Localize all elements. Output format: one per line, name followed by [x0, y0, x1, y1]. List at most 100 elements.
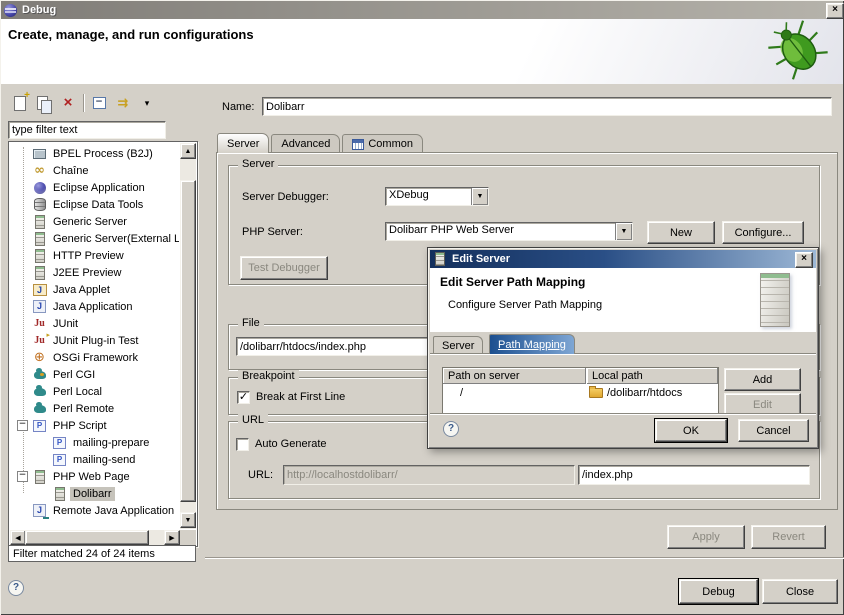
horizontal-scroll-thumb[interactable]	[25, 530, 149, 545]
local-path-text: /dolibarr/htdocs	[607, 385, 682, 401]
tree-item-perl-remote[interactable]: Perl Remote	[10, 400, 179, 417]
tree-item-perl-cgi[interactable]: Perl CGI	[10, 366, 179, 383]
apply-button[interactable]: Apply	[667, 525, 745, 549]
tree-item-j2ee-preview[interactable]: J2EE Preview	[10, 264, 179, 281]
server-debugger-select[interactable]: XDebug ▼	[385, 187, 489, 206]
eclipse-icon	[4, 4, 17, 17]
chevron-down-icon[interactable]: ▼	[471, 188, 488, 205]
url-group-title: URL	[238, 414, 268, 426]
filter-input[interactable]	[8, 121, 166, 139]
server-icon	[52, 487, 67, 501]
filter-configurations-button[interactable]	[114, 94, 132, 112]
scroll-up-icon[interactable]: ▲	[180, 143, 196, 159]
osgi-icon	[32, 351, 47, 365]
page-title: Create, manage, and run configurations	[8, 27, 254, 42]
delete-icon	[64, 96, 73, 110]
tree-item-label: OSGi Framework	[50, 351, 141, 365]
tree-item-junit[interactable]: JUnit	[10, 315, 179, 332]
tree-item-mailing-send[interactable]: mailing-send	[10, 451, 179, 468]
expander-icon[interactable]: −	[17, 471, 28, 482]
tree-item-php-script[interactable]: −PHP Script	[10, 417, 179, 434]
new-configuration-button[interactable]	[11, 94, 29, 112]
break-first-line-checkbox[interactable]	[237, 391, 250, 404]
ok-button[interactable]: OK	[655, 419, 727, 442]
dialog-tab-server[interactable]: Server	[433, 336, 483, 354]
tab-server[interactable]: Server	[217, 133, 269, 153]
tree-item-label: JUnit	[50, 317, 81, 331]
tab-advanced[interactable]: Advanced	[271, 134, 340, 153]
tree-item-osgi-framework[interactable]: OSGi Framework	[10, 349, 179, 366]
dialog-button-bar: ? OK Cancel	[430, 413, 816, 447]
server-icon	[32, 266, 47, 280]
help-button[interactable]: ?	[8, 580, 24, 596]
name-input[interactable]	[262, 97, 832, 116]
tree-item-label: Perl Remote	[50, 402, 117, 416]
tree-item-java-applet[interactable]: Java Applet	[10, 281, 179, 298]
tree-item-generic-server-external-la[interactable]: Generic Server(External La	[10, 230, 179, 247]
chevron-down-icon[interactable]: ▼	[615, 223, 632, 240]
tree-item-junit-plug-in-test[interactable]: JUnit Plug-in Test	[10, 332, 179, 349]
close-icon[interactable]: ×	[826, 3, 844, 19]
collapse-all-icon	[93, 97, 106, 109]
close-button[interactable]: Close	[762, 579, 838, 604]
tree-item-generic-server[interactable]: Generic Server	[10, 213, 179, 230]
tree-item-java-application[interactable]: Java Application	[10, 298, 179, 315]
tree-vertical-scrollbar[interactable]: ▲ ▼	[180, 143, 196, 529]
delete-configuration-button[interactable]	[59, 94, 77, 112]
tree-horizontal-scrollbar[interactable]: ◀ ▶	[10, 530, 180, 545]
server-debugger-label: Server Debugger:	[242, 191, 329, 203]
new-server-button[interactable]: New	[647, 221, 715, 244]
tree-item-cha-ne[interactable]: Chaîne	[10, 162, 179, 179]
vertical-scroll-thumb[interactable]	[180, 180, 196, 502]
server-group-title: Server	[238, 158, 278, 170]
php-server-value: Dolibarr PHP Web Server	[386, 223, 615, 240]
applet-icon	[32, 283, 47, 297]
tree-item-eclipse-application[interactable]: Eclipse Application	[10, 179, 179, 196]
expander-icon[interactable]: −	[17, 420, 28, 431]
tree-item-label: Generic Server(External La	[50, 232, 179, 246]
tab-common[interactable]: Common	[342, 134, 423, 153]
column-header-local-path[interactable]: Local path	[587, 368, 718, 384]
footer-separator	[205, 557, 844, 559]
tree-item-perl-local[interactable]: Perl Local	[10, 383, 179, 400]
breakpoint-group-title: Breakpoint	[238, 370, 299, 382]
cancel-button[interactable]: Cancel	[738, 419, 809, 442]
tree-item-label: Remote Java Application	[50, 504, 177, 518]
php-server-select[interactable]: Dolibarr PHP Web Server ▼	[385, 222, 633, 241]
revert-button[interactable]: Revert	[751, 525, 826, 549]
tree-item-eclipse-data-tools[interactable]: Eclipse Data Tools	[10, 196, 179, 213]
dialog-tab-path-mapping[interactable]: Path Mapping	[489, 334, 575, 354]
dialog-tab-border	[430, 353, 816, 354]
tree-item-remote-java-application[interactable]: Remote Java Application	[10, 502, 179, 519]
url-path-input[interactable]	[578, 465, 810, 485]
tree-item-label: PHP Web Page	[50, 470, 133, 484]
tree-item-dolibarr[interactable]: Dolibarr	[10, 485, 179, 502]
tree-item-http-preview[interactable]: HTTP Preview	[10, 247, 179, 264]
toolbar-menu-button[interactable]	[138, 94, 156, 112]
collapse-all-button[interactable]	[90, 94, 108, 112]
tree-item-bpel-process-b2j[interactable]: BPEL Process (B2J)	[10, 145, 179, 162]
dialog-subheading: Configure Server Path Mapping	[448, 299, 602, 311]
scroll-right-icon[interactable]: ▶	[164, 530, 180, 545]
auto-generate-label: Auto Generate	[255, 438, 327, 450]
tree-item-mailing-prepare[interactable]: mailing-prepare	[10, 434, 179, 451]
test-debugger-button[interactable]: Test Debugger	[240, 256, 328, 280]
name-label: Name:	[222, 101, 254, 113]
scroll-down-icon[interactable]: ▼	[180, 512, 196, 528]
add-button[interactable]: Add	[724, 368, 801, 391]
cell-path-on-server[interactable]: /	[443, 385, 586, 401]
server-icon	[32, 470, 47, 484]
debug-button[interactable]: Debug	[679, 579, 758, 604]
column-header-path-on-server[interactable]: Path on server	[443, 368, 586, 384]
auto-generate-checkbox[interactable]	[236, 438, 249, 451]
scroll-left-icon[interactable]: ◀	[10, 530, 26, 545]
cell-local-path[interactable]: /dolibarr/htdocs	[587, 385, 718, 401]
duplicate-configuration-button[interactable]	[35, 94, 53, 112]
php-icon	[32, 419, 47, 433]
configure-button[interactable]: Configure...	[722, 221, 804, 244]
server-icon	[32, 249, 47, 263]
dialog-close-icon[interactable]: ×	[795, 252, 813, 268]
tree-item-label: mailing-send	[70, 453, 138, 467]
dialog-help-button[interactable]: ?	[443, 421, 459, 437]
tree-item-php-web-page[interactable]: − PHP Web Page	[10, 468, 179, 485]
